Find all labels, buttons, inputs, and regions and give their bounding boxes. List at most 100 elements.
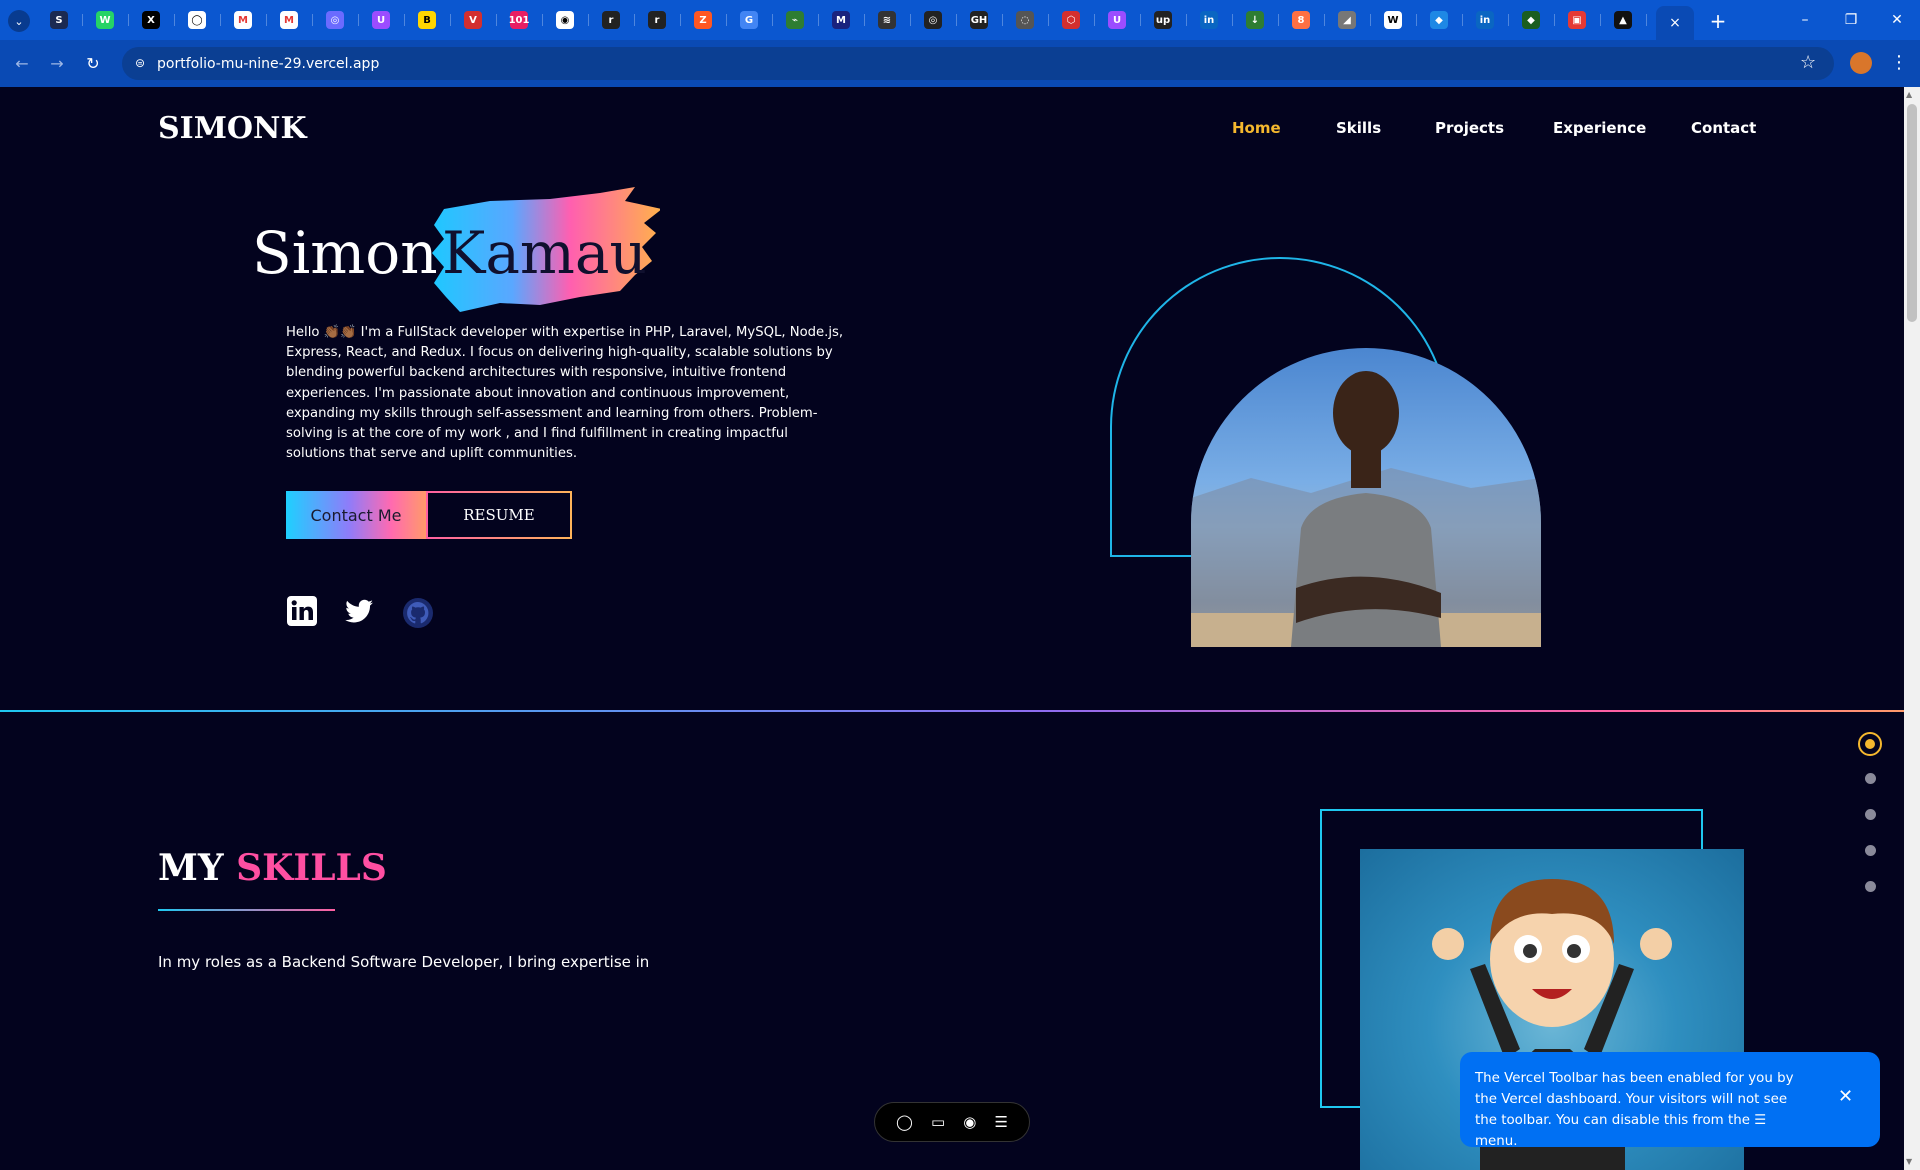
tab-favicon-icon[interactable]: M [280,11,298,29]
tab-separator [82,14,83,26]
tab-favicon-icon[interactable]: ◌ [1016,11,1034,29]
url-text[interactable]: portfolio-mu-nine-29.vercel.app [157,54,379,74]
linkedin-icon[interactable] [286,595,318,627]
skills-intro-text: In my roles as a Backend Software Develo… [158,953,650,971]
tab-favicon-icon[interactable]: M [832,11,850,29]
tab-favicon-icon[interactable]: ◯ [188,11,206,29]
tab-separator [956,14,957,26]
profile-avatar[interactable] [1850,52,1872,74]
contact-me-button[interactable]: Contact Me [286,491,426,539]
tab-separator [1416,14,1417,26]
tab-favicon-icon[interactable]: r [648,11,666,29]
minimize-button[interactable]: – [1790,10,1820,30]
tab-favicon-icon[interactable]: ⌁ [786,11,804,29]
tab-search-button[interactable]: ⌄ [8,10,30,32]
close-icon[interactable]: × [1669,15,1681,31]
new-tab-button[interactable]: + [1705,8,1731,34]
tab-favicon-icon[interactable]: U [372,11,390,29]
tab-favicon-icon[interactable]: ◉ [556,11,574,29]
tab-separator [1140,14,1141,26]
tab-separator [1232,14,1233,26]
tab-favicon-icon[interactable]: S [50,11,68,29]
site-logo[interactable]: SIMONK [158,111,307,146]
tab-favicon-icon[interactable]: Z [694,11,712,29]
reload-button[interactable]: ↻ [81,52,105,76]
tab-favicon-icon[interactable]: 101 [509,11,529,29]
section-dot-4[interactable] [1865,845,1876,856]
tab-favicon-icon[interactable]: 8 [1292,11,1310,29]
tab-favicon-icon[interactable]: up [1154,11,1172,29]
scroll-down-arrow[interactable]: ▼ [1906,1157,1912,1166]
tab-separator [174,14,175,26]
tab-favicon-icon[interactable]: r [602,11,620,29]
restore-button[interactable]: ❐ [1836,10,1866,30]
twitter-icon[interactable] [343,595,375,627]
tab-favicon-icon[interactable]: in [1476,11,1494,29]
tab-favicon-icon[interactable]: G [740,11,758,29]
nav-skills[interactable]: Skills [1336,119,1381,137]
comment-icon[interactable]: ◯ [896,1113,913,1131]
tab-separator [542,14,543,26]
scroll-up-arrow[interactable]: ▲ [1906,90,1912,99]
tab-separator [1462,14,1463,26]
resume-button[interactable]: RESUME [426,491,572,539]
tab-separator [1094,14,1095,26]
tab-favicon-icon[interactable]: B [418,11,436,29]
nav-contact[interactable]: Contact [1691,119,1756,137]
hero-bio: Hello 👏🏾👏🏾 I'm a FullStack developer wit… [286,325,844,462]
nav-projects[interactable]: Projects [1435,119,1504,137]
tab-separator [1600,14,1601,26]
tab-favicon-icon[interactable]: ⬡ [1062,11,1080,29]
menu-icon[interactable]: ☰ [994,1113,1007,1131]
tab-separator [358,14,359,26]
section-dot-1[interactable] [1858,732,1882,756]
scrollbar-thumb[interactable] [1907,104,1917,322]
tab-favicon-icon[interactable]: ≋ [878,11,896,29]
section-dot-2[interactable] [1865,773,1876,784]
tab-separator [772,14,773,26]
tab-separator [680,14,681,26]
section-dot-5[interactable] [1865,881,1876,892]
nav-experience[interactable]: Experience [1553,119,1646,137]
tab-favicon-icon[interactable]: ◆ [1522,11,1540,29]
tab-separator [220,14,221,26]
tab-separator [864,14,865,26]
tab-favicon-icon[interactable]: GH [970,11,988,29]
tab-favicon-icon[interactable]: ◆ [1430,11,1448,29]
eye-icon[interactable]: ◉ [963,1113,976,1131]
section-divider [0,710,1904,712]
tab-favicon-icon[interactable]: ↓ [1246,11,1264,29]
tab-favicon-icon[interactable]: in [1200,11,1218,29]
forward-button[interactable]: → [45,52,69,76]
tab-favicon-icon[interactable]: ▣ [1568,11,1586,29]
bookmark-star-icon[interactable]: ☆ [1800,52,1816,74]
skills-heading-skills: SKILLS [236,847,387,889]
section-dot-3[interactable] [1865,809,1876,820]
back-button[interactable]: ← [10,52,34,76]
window-close-button[interactable]: ✕ [1882,10,1912,30]
browser-menu-icon[interactable]: ⋮ [1890,52,1908,74]
tab-separator [634,14,635,26]
tab-favicon-icon[interactable]: X [142,11,160,29]
site-info-icon[interactable]: ⊜ [132,55,148,71]
hero-arch-base [1110,555,1192,557]
tab-favicon-icon[interactable]: W [1384,11,1402,29]
tab-separator [128,14,129,26]
active-tab[interactable]: × [1656,6,1694,40]
tab-separator [818,14,819,26]
inbox-icon[interactable]: ▭ [931,1113,945,1131]
tab-separator [726,14,727,26]
tab-separator [588,14,589,26]
toast-close-icon[interactable]: ✕ [1838,1087,1853,1107]
tab-favicon-icon[interactable]: ◎ [924,11,942,29]
nav-home[interactable]: Home [1232,119,1281,137]
tab-favicon-icon[interactable]: ▲ [1614,11,1632,29]
github-icon[interactable] [402,597,434,629]
tab-favicon-icon[interactable]: W [96,11,114,29]
tab-favicon-icon[interactable]: M [234,11,252,29]
tab-favicon-icon[interactable]: V [464,11,482,29]
tab-separator [1278,14,1279,26]
tab-favicon-icon[interactable]: U [1108,11,1126,29]
tab-favicon-icon[interactable]: ◢ [1338,11,1356,29]
tab-favicon-icon[interactable]: ◎ [326,11,344,29]
